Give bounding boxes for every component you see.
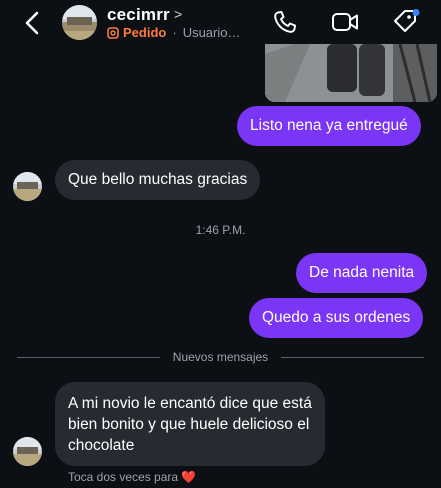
- contact-status[interactable]: Pedido · Usuario…: [107, 25, 240, 40]
- chevron-left-icon[interactable]: [22, 10, 44, 36]
- message-outgoing[interactable]: De nada nenita: [296, 253, 428, 293]
- message-line: bien bonito y que huele delicioso el: [68, 416, 310, 433]
- status-separator: ·: [172, 25, 177, 40]
- new-messages-divider: Nuevos mensajes: [17, 349, 424, 365]
- message-outgoing[interactable]: Quedo a sus ordenes: [249, 298, 424, 338]
- status-text: Usuario…: [182, 25, 241, 40]
- phone-icon[interactable]: [272, 9, 298, 35]
- chevron-right-icon[interactable]: >: [174, 6, 182, 22]
- contact-avatar-small[interactable]: [13, 437, 42, 466]
- message-incoming[interactable]: A mi novio le encantó dice que está bien…: [55, 382, 325, 466]
- message-line: chocolate: [68, 437, 135, 454]
- reaction-hint: Toca dos veces para ❤️: [68, 470, 196, 484]
- video-camera-icon[interactable]: [331, 9, 359, 35]
- tag-icon[interactable]: [392, 9, 420, 35]
- shared-photo[interactable]: [265, 44, 437, 102]
- contact-avatar-small[interactable]: [13, 172, 42, 201]
- message-outgoing[interactable]: Listo nena ya entregué: [237, 106, 421, 146]
- order-icon: [107, 27, 119, 39]
- contact-name[interactable]: cecimrr: [107, 5, 170, 25]
- reaction-hint-text: Toca dos veces para: [68, 470, 179, 484]
- divider-line: [281, 357, 424, 358]
- chat-header: cecimrr > Pedido · Usuario…: [0, 0, 441, 44]
- heart-icon[interactable]: ❤️: [181, 470, 196, 484]
- message-line: A mi novio le encantó dice que está: [68, 395, 312, 412]
- message-timestamp: 1:46 P.M.: [195, 223, 246, 237]
- notification-dot: [412, 9, 420, 16]
- status-tag: Pedido: [123, 25, 167, 40]
- message-incoming[interactable]: Que bello muchas gracias: [55, 160, 261, 200]
- contact-avatar[interactable]: [62, 5, 97, 40]
